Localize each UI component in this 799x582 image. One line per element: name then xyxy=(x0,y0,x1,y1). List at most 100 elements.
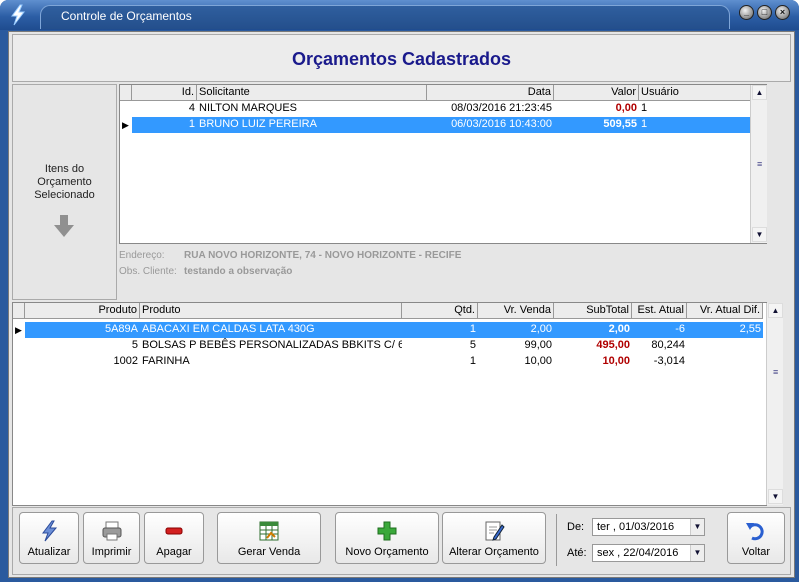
row-pointer-icon: ▶ xyxy=(122,120,129,130)
cell-vr-atual-dif xyxy=(687,338,763,354)
col-header-qtd[interactable]: Qtd. xyxy=(402,303,478,319)
chevron-down-icon[interactable]: ▼ xyxy=(690,519,704,535)
scroll-down-icon[interactable]: ▼ xyxy=(752,227,767,242)
col-header-solicitante[interactable]: Solicitante xyxy=(197,85,427,101)
endereco-label: Endereço: xyxy=(119,250,165,261)
label-line: Selecionado xyxy=(34,189,95,201)
alterar-orcamento-button[interactable]: Alterar Orçamento xyxy=(442,512,546,564)
selected-items-label: Itens do Orçamento Selecionado xyxy=(13,163,116,202)
maximize-button[interactable]: □ xyxy=(757,5,772,20)
date-from-value: ter , 01/03/2016 xyxy=(597,521,675,533)
edit-document-icon xyxy=(485,521,505,541)
col-header-produto[interactable]: Produto xyxy=(140,303,402,319)
date-to-picker[interactable]: sex , 22/04/2016 ▼ xyxy=(592,544,705,562)
atualizar-label: Atualizar xyxy=(27,546,71,558)
scroll-thumb-icon[interactable]: ≡ xyxy=(773,367,778,377)
cell-vr-atual-dif: 2,55 xyxy=(687,322,763,338)
app-window: Controle de Orçamentos _ □ × Orçamentos … xyxy=(0,0,799,582)
col-header-id[interactable]: Id. xyxy=(132,85,197,101)
itens-table[interactable]: Produto Produto Qtd. Vr. Venda SubTotal … xyxy=(12,302,783,506)
date-range: De: ter , 01/03/2016 ▼ Até: sex , 22/04/… xyxy=(556,514,708,566)
cell-produto: ABACAXI EM CALDAS LATA 430G xyxy=(140,322,402,338)
cell-vr-venda: 99,00 xyxy=(524,339,552,351)
scroll-up-icon[interactable]: ▲ xyxy=(768,303,783,318)
client-info: Endereço: RUA NOVO HORIZONTE, 74 - NOVO … xyxy=(119,246,767,298)
cell-subtotal: 495,00 xyxy=(596,339,630,351)
orcamentos-scrollbar[interactable]: ▲ ≡ ▼ xyxy=(750,85,767,243)
plus-icon xyxy=(377,521,397,541)
cell-qtd: 1 xyxy=(402,322,478,338)
alterar-orcamento-label: Alterar Orçamento xyxy=(449,546,539,558)
cell-valor: 509,55 xyxy=(554,117,639,133)
col-header-est-atual[interactable]: Est. Atual xyxy=(632,303,687,319)
minimize-button[interactable]: _ xyxy=(739,5,754,20)
scroll-down-icon[interactable]: ▼ xyxy=(768,489,783,504)
cell-vr-atual-dif xyxy=(687,354,763,370)
cell-id: 4 xyxy=(188,102,195,114)
cell-produto-id: 1002 xyxy=(113,355,138,367)
cell-valor: 0,00 xyxy=(615,102,637,114)
voltar-label: Voltar xyxy=(741,546,771,558)
cell-usuario: 1 xyxy=(639,117,751,133)
col-header-data[interactable]: Data xyxy=(427,85,554,101)
cell-produto: BOLSAS P BEBÊS PERSONALIZADAS BBKITS C/ … xyxy=(142,339,402,351)
cell-produto-id: 5 xyxy=(131,339,138,351)
atualizar-button[interactable]: Atualizar xyxy=(19,512,79,564)
cell-vr-venda: 10,00 xyxy=(524,355,552,367)
cell-produto-id: 5A89A xyxy=(25,322,140,338)
action-toolbar: Atualizar Imprimir Apagar Gerar Venda No… xyxy=(12,507,791,575)
novo-orcamento-label: Novo Orçamento xyxy=(345,546,429,558)
cell-qtd: 1 xyxy=(469,355,476,367)
cell-subtotal: 2,00 xyxy=(554,322,632,338)
minus-icon xyxy=(165,527,183,535)
orcamentos-table[interactable]: Id. Solicitante Data Valor Usuário 4 NIL… xyxy=(119,84,767,244)
novo-orcamento-button[interactable]: Novo Orçamento xyxy=(335,512,439,564)
page-title: Orçamentos Cadastrados xyxy=(291,49,512,69)
row-pointer-icon: ▶ xyxy=(15,325,22,335)
de-label: De: xyxy=(567,521,585,533)
apagar-button[interactable]: Apagar xyxy=(144,512,204,564)
imprimir-label: Imprimir xyxy=(91,546,132,558)
date-to-value: sex , 22/04/2016 xyxy=(597,547,679,559)
voltar-button[interactable]: Voltar xyxy=(727,512,785,564)
title-bar[interactable]: Controle de Orçamentos _ □ × xyxy=(0,0,799,30)
cell-est-atual: 80,244 xyxy=(651,339,685,351)
scroll-thumb-icon[interactable]: ≡ xyxy=(757,159,762,169)
arrow-down-icon xyxy=(54,215,74,237)
apagar-label: Apagar xyxy=(156,546,192,558)
cell-id: 1 xyxy=(132,117,197,133)
close-button[interactable]: × xyxy=(775,5,790,20)
itens-scrollbar[interactable]: ▲ ≡ ▼ xyxy=(766,303,783,505)
col-header-subtotal[interactable]: SubTotal xyxy=(554,303,632,319)
row-indicator-header xyxy=(13,303,25,319)
cell-data: 06/03/2016 10:43:00 xyxy=(427,117,554,133)
col-header-vr-venda[interactable]: Vr. Venda xyxy=(478,303,554,319)
obs-label: Obs. Cliente: xyxy=(119,266,177,277)
cell-qtd: 5 xyxy=(469,339,476,351)
spreadsheet-icon xyxy=(259,521,279,541)
cell-usuario: 1 xyxy=(641,102,648,114)
date-from-picker[interactable]: ter , 01/03/2016 ▼ xyxy=(592,518,705,536)
app-icon xyxy=(11,4,26,26)
client-area: Orçamentos Cadastrados Itens do Orçament… xyxy=(8,31,795,578)
chevron-down-icon[interactable]: ▼ xyxy=(690,545,704,561)
gerar-venda-button[interactable]: Gerar Venda xyxy=(217,512,321,564)
lightning-icon xyxy=(42,520,58,542)
ate-label: Até: xyxy=(567,547,587,559)
cell-est-atual: -6 xyxy=(632,322,687,338)
imprimir-button[interactable]: Imprimir xyxy=(83,512,140,564)
col-header-usuario[interactable]: Usuário xyxy=(639,85,751,101)
obs-value: testando a observação xyxy=(184,266,293,277)
cell-solicitante: NILTON MARQUES xyxy=(199,102,297,114)
printer-icon xyxy=(102,521,121,541)
col-header-valor[interactable]: Valor xyxy=(554,85,639,101)
row-indicator-header xyxy=(120,85,132,101)
back-arrow-icon xyxy=(746,523,764,541)
col-header-vr-atual-dif[interactable]: Vr. Atual Dif. xyxy=(687,303,763,319)
window-title: Controle de Orçamentos xyxy=(61,9,192,23)
label-line: Orçamento xyxy=(37,176,92,188)
scroll-up-icon[interactable]: ▲ xyxy=(752,85,767,100)
gerar-venda-label: Gerar Venda xyxy=(237,546,301,558)
selected-items-panel: Itens do Orçamento Selecionado xyxy=(12,84,117,300)
col-header-produto-id[interactable]: Produto xyxy=(25,303,140,319)
